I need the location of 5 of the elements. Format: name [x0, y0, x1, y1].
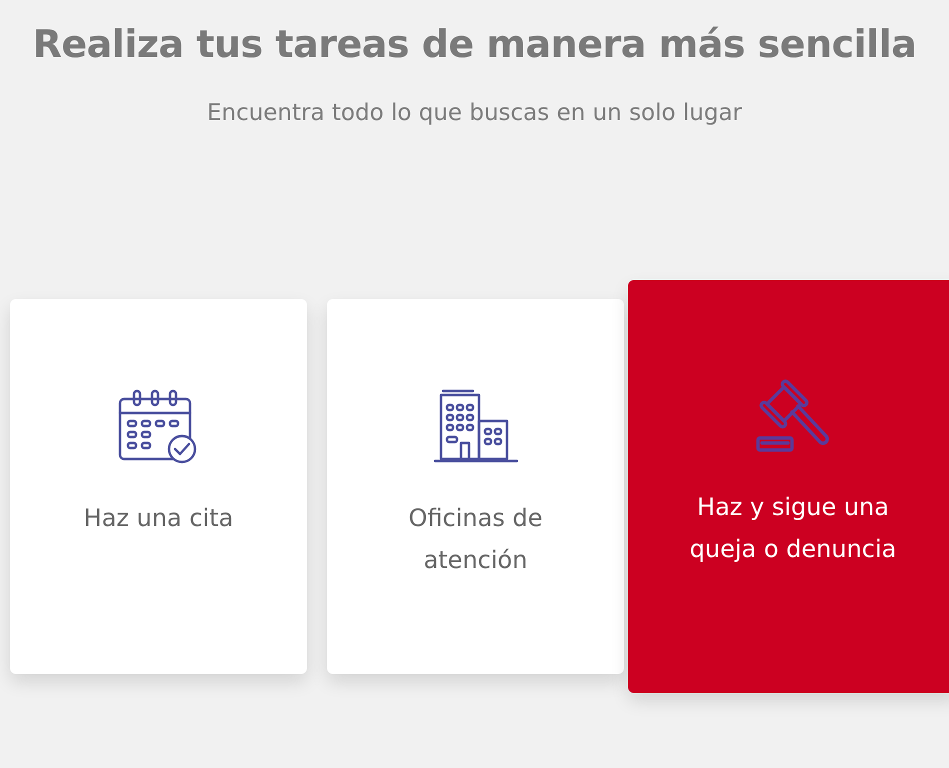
page-subheading: Encuentra todo lo que buscas en un solo lugar [206, 98, 744, 128]
option-card[interactable]: Haz una cita [10, 299, 307, 674]
option-card[interactable]: Oficinas de atención [327, 299, 624, 674]
page-heading: Realiza tus tareas de manera más sencilla [32, 22, 918, 68]
option-card[interactable]: Haz y sigue una queja o denuncia [628, 280, 949, 694]
